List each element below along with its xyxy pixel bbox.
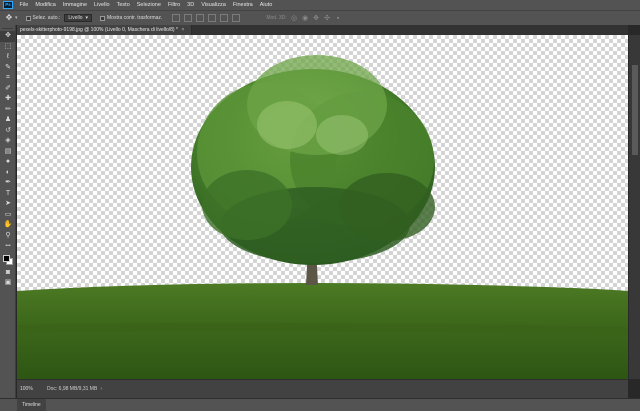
brush-icon[interactable]: ✏ [0, 105, 16, 116]
orbit-3d-icon[interactable]: ◎ [291, 15, 298, 22]
move-icon[interactable]: ✥ [0, 31, 16, 42]
tree-crown [191, 55, 435, 265]
menu-livello[interactable]: Livello [91, 0, 114, 10]
photoshop-logo-icon[interactable]: Ps [3, 1, 13, 9]
color-swatches[interactable] [0, 254, 16, 268]
timeline-panel: Timeline [0, 398, 640, 411]
menu-visualizza[interactable]: Visualizza [198, 0, 230, 10]
document-tab-title: pexels-skitterphoto-9198.jpg @ 100% (Liv… [20, 27, 178, 33]
align-bottom-icon[interactable] [196, 14, 205, 22]
auto-select-value: Livello [68, 15, 83, 21]
align-left-icon[interactable] [208, 14, 217, 22]
menu-3d[interactable]: 3D [184, 0, 198, 10]
move-icon[interactable]: ✥ [4, 13, 14, 23]
path-select-icon[interactable]: ➤ [0, 199, 16, 210]
auto-select-label: Selez. auto.: [32, 15, 61, 21]
options-bar: ✥ ▾ Selez. auto.: Livello ▾ Mostra contr… [0, 10, 640, 25]
show-transform-checkbox[interactable] [100, 15, 106, 21]
vertical-scrollbar[interactable] [628, 35, 640, 379]
tools-panel: ✥ ⬚ ℓ ✎ ⌗ ✐ ✚ ✏ ♟ ↺ ◈ ▤ ● ◐ ✒ T ➤ ▭ ✋ ⚲ ••• ◙ ▣ [0, 25, 16, 411]
align-right-icon[interactable] [232, 14, 241, 22]
close-icon[interactable]: × [181, 27, 184, 33]
tool-list: ✥ ⬚ ℓ ✎ ⌗ ✐ ✚ ✏ ♟ ↺ ◈ ▤ ● ◐ ✒ T ➤ ▭ ✋ ⚲ [0, 31, 16, 242]
scale-3d-icon[interactable]: ▪ [335, 15, 342, 22]
quick-mask-icon[interactable]: ◙ [0, 268, 16, 279]
chevron-down-icon: ▾ [85, 15, 89, 21]
slide-3d-icon[interactable]: ✣ [324, 15, 331, 22]
history-brush-icon[interactable]: ↺ [0, 126, 16, 137]
zoom-level[interactable]: 100% [17, 386, 43, 392]
tab-timeline[interactable]: Timeline [17, 399, 46, 411]
dodge-icon[interactable]: ◐ [0, 168, 16, 179]
tab-strip [192, 25, 628, 35]
auto-select-checkbox[interactable] [25, 15, 31, 21]
align-hcenter-icon[interactable] [220, 14, 229, 22]
hand-icon[interactable]: ✋ [0, 220, 16, 231]
quick-select-icon[interactable]: ✎ [0, 63, 16, 74]
pen-icon[interactable]: ✒ [0, 178, 16, 189]
screen-mode-icon[interactable]: ▣ [0, 278, 16, 289]
eraser-icon[interactable]: ◈ [0, 136, 16, 147]
eyedropper-icon[interactable]: ✐ [0, 84, 16, 95]
menu-immagine[interactable]: Immagine [59, 0, 90, 10]
menu-file[interactable]: File [16, 0, 32, 10]
menu-bar: Ps File Modifica Immagine Livello Testo … [0, 0, 640, 10]
chevron-right-icon[interactable]: › [100, 386, 102, 392]
more-tools-icon[interactable]: ••• [0, 241, 16, 252]
align-buttons [172, 14, 241, 22]
menu-modifica[interactable]: Modifica [32, 0, 59, 10]
document-canvas[interactable] [17, 35, 628, 379]
gradient-icon[interactable]: ▤ [0, 147, 16, 158]
menu-selezione[interactable]: Selezione [133, 0, 164, 10]
blur-icon[interactable]: ● [0, 157, 16, 168]
document-tab[interactable]: pexels-skitterphoto-9198.jpg @ 100% (Liv… [17, 25, 192, 35]
status-bar: 100% Doc: 6,98 MB/9,31 MB › [17, 379, 628, 398]
panel-grip[interactable] [2, 25, 13, 29]
menu-testo[interactable]: Testo [113, 0, 133, 10]
menu-filtro[interactable]: Filtro [164, 0, 183, 10]
stamp-icon[interactable]: ♟ [0, 115, 16, 126]
pan-3d-icon[interactable]: ✥ [313, 15, 320, 22]
rectangle-icon[interactable]: ▭ [0, 210, 16, 221]
scrollbar-thumb[interactable] [632, 65, 638, 155]
healing-icon[interactable]: ✚ [0, 94, 16, 105]
marquee-icon[interactable]: ⬚ [0, 42, 16, 53]
foreground-color-swatch[interactable] [3, 254, 10, 262]
type-icon[interactable]: T [0, 189, 16, 200]
tool-preset-caret-icon[interactable]: ▾ [15, 15, 18, 21]
canvas-image [17, 55, 628, 379]
mode-3d-label: Mod. 3D: [266, 15, 287, 21]
roll-3d-icon[interactable]: ◉ [302, 15, 309, 22]
lasso-icon[interactable]: ℓ [0, 52, 16, 63]
align-vcenter-icon[interactable] [184, 14, 193, 22]
crop-icon[interactable]: ⌗ [0, 73, 16, 84]
show-transform-label: Mostra contr. trasformaz. [107, 15, 163, 21]
auto-select-dropdown[interactable]: Livello ▾ [64, 14, 93, 22]
menu-finestra[interactable]: Finestra [229, 0, 256, 10]
zoom-icon[interactable]: ⚲ [0, 231, 16, 242]
align-top-icon[interactable] [172, 14, 181, 22]
menu-aiuto[interactable]: Aiuto [256, 0, 276, 10]
document-size-info: Doc: 6,98 MB/9,31 MB [47, 386, 98, 392]
